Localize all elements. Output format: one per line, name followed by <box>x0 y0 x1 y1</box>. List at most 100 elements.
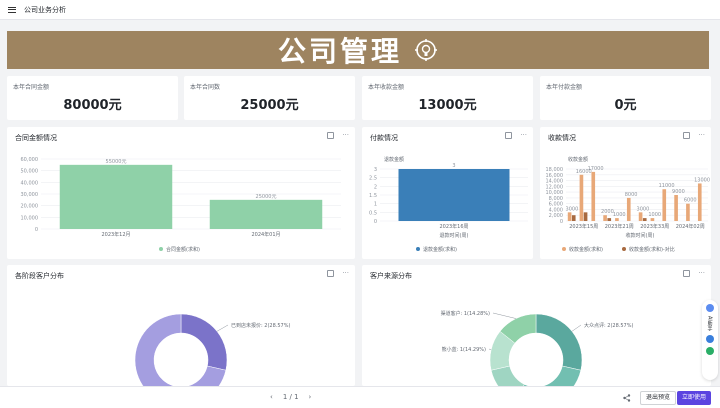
chart-card-contract-amount: 合同金额情况 ··· 0 10,000 20,000 30,000 40,000 50,0… <box>7 127 355 259</box>
donut-chart-stage-customers: 已到店未报价: 2(28.57%) <box>134 313 290 386</box>
legend-swatch <box>562 247 566 251</box>
legend-label: 退款金额(求和) <box>423 246 457 253</box>
y-tick-label: 0.5 <box>369 210 377 216</box>
label-leader <box>488 348 492 350</box>
x-axis-label: 收款时间(周) <box>626 232 655 239</box>
y-tick-label: 18,000 <box>546 167 564 173</box>
y-tick-label: 0 <box>560 219 563 225</box>
y-tick-label: 30,000 <box>21 192 39 198</box>
kpi-card-contract-amount: 本年合同金额 80000元 <box>7 76 178 120</box>
kpi-card-payment-amount: 本年付款金额 0元 <box>540 76 711 120</box>
page-title: 公司业务分析 <box>24 5 66 14</box>
y-tick-label: 2,000 <box>549 213 563 219</box>
footer-bar: ‹ 1 / 1 › 退出预览 立即使用 <box>0 386 720 408</box>
donut-slice <box>535 313 583 371</box>
slice-label: 渠道客户: 1(14.28%) <box>441 310 490 317</box>
bar <box>626 197 631 221</box>
next-page-button[interactable]: › <box>309 393 312 401</box>
data-label: 3000 <box>566 206 579 212</box>
bar-chart-contract-amount: 0 10,000 20,000 30,000 40,000 50,000 60,000 550… <box>21 157 341 253</box>
bar <box>650 218 655 221</box>
x-tick-label: 2023年21周 <box>605 223 634 230</box>
kpi-value: 25000元 <box>240 98 299 113</box>
legend-swatch <box>416 247 420 251</box>
bar <box>583 212 588 221</box>
bar <box>686 203 690 221</box>
y-tick-label: 16,000 <box>546 173 564 179</box>
slice-label: 熊小蓝: 1(14.29%) <box>442 346 486 353</box>
legend-label: 收款金额(求和)-对比 <box>629 246 675 253</box>
y-axis-label: 收款金额 <box>568 156 588 163</box>
data-label: 13000 <box>694 177 710 183</box>
bar <box>638 212 643 221</box>
kpi-label: 本年付款金额 <box>546 84 583 91</box>
bar-chart-payment: 退款金额 0 0.5 1 1.5 2 2.5 3 3 2023年16周退款时间(周) 退款金额(求和… <box>369 156 528 253</box>
data-label: 1000 <box>648 212 661 218</box>
legend-label: 合同金额(求和) <box>166 246 200 253</box>
y-axis-label: 退款金额 <box>384 156 404 163</box>
bar <box>567 212 572 221</box>
y-tick-label: 0 <box>374 219 377 225</box>
y-tick-label: 1.5 <box>369 193 377 199</box>
legend-swatch <box>159 247 163 251</box>
y-tick-label: 60,000 <box>21 157 39 163</box>
data-label: 2000 <box>601 209 614 215</box>
data-label: 3000 <box>637 206 650 212</box>
prev-page-button[interactable]: ‹ <box>270 393 273 401</box>
data-label: 1000 <box>613 212 626 218</box>
use-now-button[interactable]: 立即使用 <box>677 391 712 405</box>
bar <box>571 215 576 221</box>
y-tick-label: 1 <box>374 202 377 208</box>
y-tick-label: 40,000 <box>21 180 39 186</box>
data-label: 6000 <box>684 198 697 204</box>
x-axis-label: 退款时间(周) <box>440 232 469 239</box>
kpi-label: 本年合同数 <box>190 84 221 91</box>
chart-card-receipt: 收款情况 ··· 收款金额 0 2,000 4,000 6,000 8,000 10,000… <box>540 127 711 259</box>
y-tick-label: 20,000 <box>21 204 39 210</box>
bar <box>209 199 323 229</box>
x-tick-label: 2023年16周 <box>439 223 468 230</box>
slice-label: 已到店未报价: 2(28.57%) <box>231 322 290 329</box>
kpi-value: 0元 <box>614 98 637 113</box>
phone-icon[interactable] <box>706 334 714 343</box>
kpi-value: 80000元 <box>63 98 122 113</box>
slice-label: 大众点评: 2(28.57%) <box>584 322 633 329</box>
data-label: 55000元 <box>106 159 127 165</box>
y-tick-label: 0 <box>35 227 38 233</box>
y-tick-label: 2 <box>374 184 377 190</box>
kpi-label: 本年收款金额 <box>368 84 405 91</box>
top-bar: 公司业务分析 <box>0 0 720 20</box>
y-tick-label: 6,000 <box>549 202 563 208</box>
x-tick-label: 2023年15周 <box>569 223 598 230</box>
page-indicator: 1 / 1 <box>282 393 299 401</box>
kpi-card-receipt-amount: 本年收款金额 13000元 <box>362 76 533 120</box>
y-tick-label: 14,000 <box>546 179 564 185</box>
kpi-card-contract-count: 本年合同数 25000元 <box>184 76 355 120</box>
y-tick-label: 2.5 <box>369 176 377 182</box>
y-tick-label: 4,000 <box>549 207 563 213</box>
pagination: ‹ 1 / 1 › <box>270 393 311 401</box>
ai-assistant-float[interactable]: AI助手 <box>702 300 718 380</box>
bar <box>607 218 612 221</box>
bar <box>674 195 678 221</box>
y-tick-label: 3 <box>374 167 377 173</box>
ai-assistant-label: AI助手 <box>706 316 713 331</box>
bar <box>579 174 584 221</box>
bar <box>615 218 619 221</box>
exit-preview-button[interactable]: 退出预览 <box>640 391 677 405</box>
gear-head-icon <box>415 39 437 61</box>
chart-card-stage-customers: 各阶段客户分布 ··· 已到店未报价: 2(28.57%) <box>7 265 355 386</box>
donut-chart-customer-source: 大众点评: 2(28.57%) 熊小蓝: 1(14.29%) 渠道客户: 1(14.… <box>441 310 633 386</box>
wechat-icon[interactable] <box>706 346 714 355</box>
ai-assistant-icon[interactable] <box>706 304 714 312</box>
bar <box>642 218 647 221</box>
y-tick-label: 12,000 <box>546 184 564 190</box>
bar <box>591 171 596 221</box>
hamburger-menu-icon[interactable] <box>8 6 16 13</box>
legend-swatch <box>622 247 626 251</box>
bar <box>697 183 702 221</box>
share-icon[interactable] <box>623 394 631 402</box>
legend-label: 收款金额(求和) <box>569 246 603 253</box>
y-tick-label: 50,000 <box>21 169 39 175</box>
label-leader <box>571 324 582 332</box>
